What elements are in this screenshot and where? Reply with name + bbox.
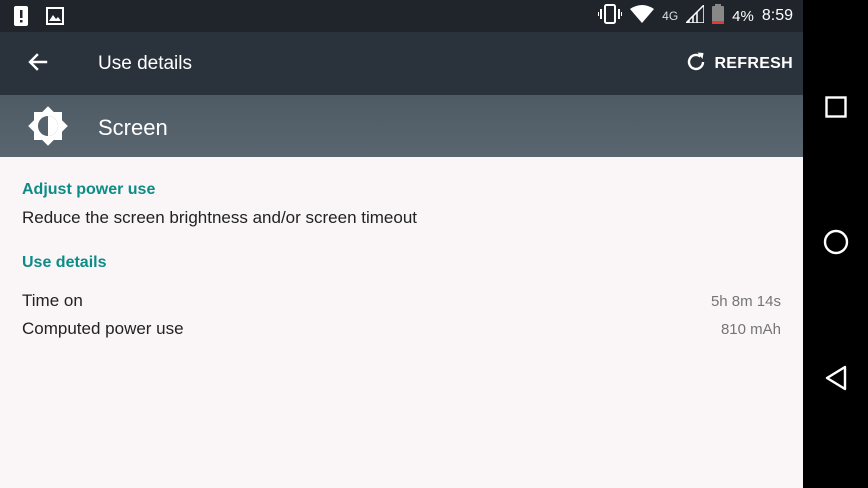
home-icon: [823, 229, 849, 260]
refresh-icon: [684, 50, 708, 79]
image-icon: [46, 7, 64, 30]
refresh-label: REFRESH: [714, 55, 793, 72]
lte-icon: 4G: [662, 9, 679, 23]
clock: 8:59: [761, 7, 793, 24]
status-bar: 4G 4% 8:59: [0, 0, 803, 32]
row-value-time-on: 5h 8m 14s: [710, 293, 781, 310]
row-label-time-on: Time on: [22, 291, 83, 310]
wifi-icon: [630, 4, 655, 28]
status-left-icons: [14, 6, 64, 31]
section-title-details: Use details: [22, 254, 107, 271]
back-button[interactable]: [18, 46, 58, 82]
refresh-button[interactable]: REFRESH: [684, 46, 793, 82]
signal-icon: [684, 2, 705, 28]
adjust-description[interactable]: Reduce the screen brightness and/or scre…: [22, 208, 417, 228]
home-button[interactable]: [803, 219, 868, 269]
brightness-icon: [22, 100, 74, 152]
row-value-power-use: 810 mAh: [720, 321, 781, 338]
page-title: Use details: [98, 53, 192, 74]
header-title: Screen: [98, 115, 168, 140]
battery-percent: 4%: [732, 7, 754, 25]
recents-button[interactable]: [803, 84, 868, 134]
settings-screen: 4G 4% 8:59 Use details REFRESH Screen Ad…: [0, 0, 803, 488]
row-label-power-use: Computed power use: [22, 319, 184, 338]
navigation-bar: [803, 0, 868, 488]
nav-back-button[interactable]: [803, 355, 868, 405]
back-icon: [824, 365, 848, 396]
status-right-icons: 4G 4% 8:59: [597, 0, 793, 32]
app-header: Screen: [0, 95, 803, 157]
vibrate-icon: [597, 3, 624, 29]
recents-icon: [824, 95, 847, 123]
alert-icon: [14, 6, 28, 31]
arrow-back-icon: [26, 50, 50, 79]
section-title-adjust: Adjust power use: [22, 181, 156, 198]
app-bar: Use details REFRESH: [0, 32, 803, 95]
battery-icon: [712, 3, 725, 29]
